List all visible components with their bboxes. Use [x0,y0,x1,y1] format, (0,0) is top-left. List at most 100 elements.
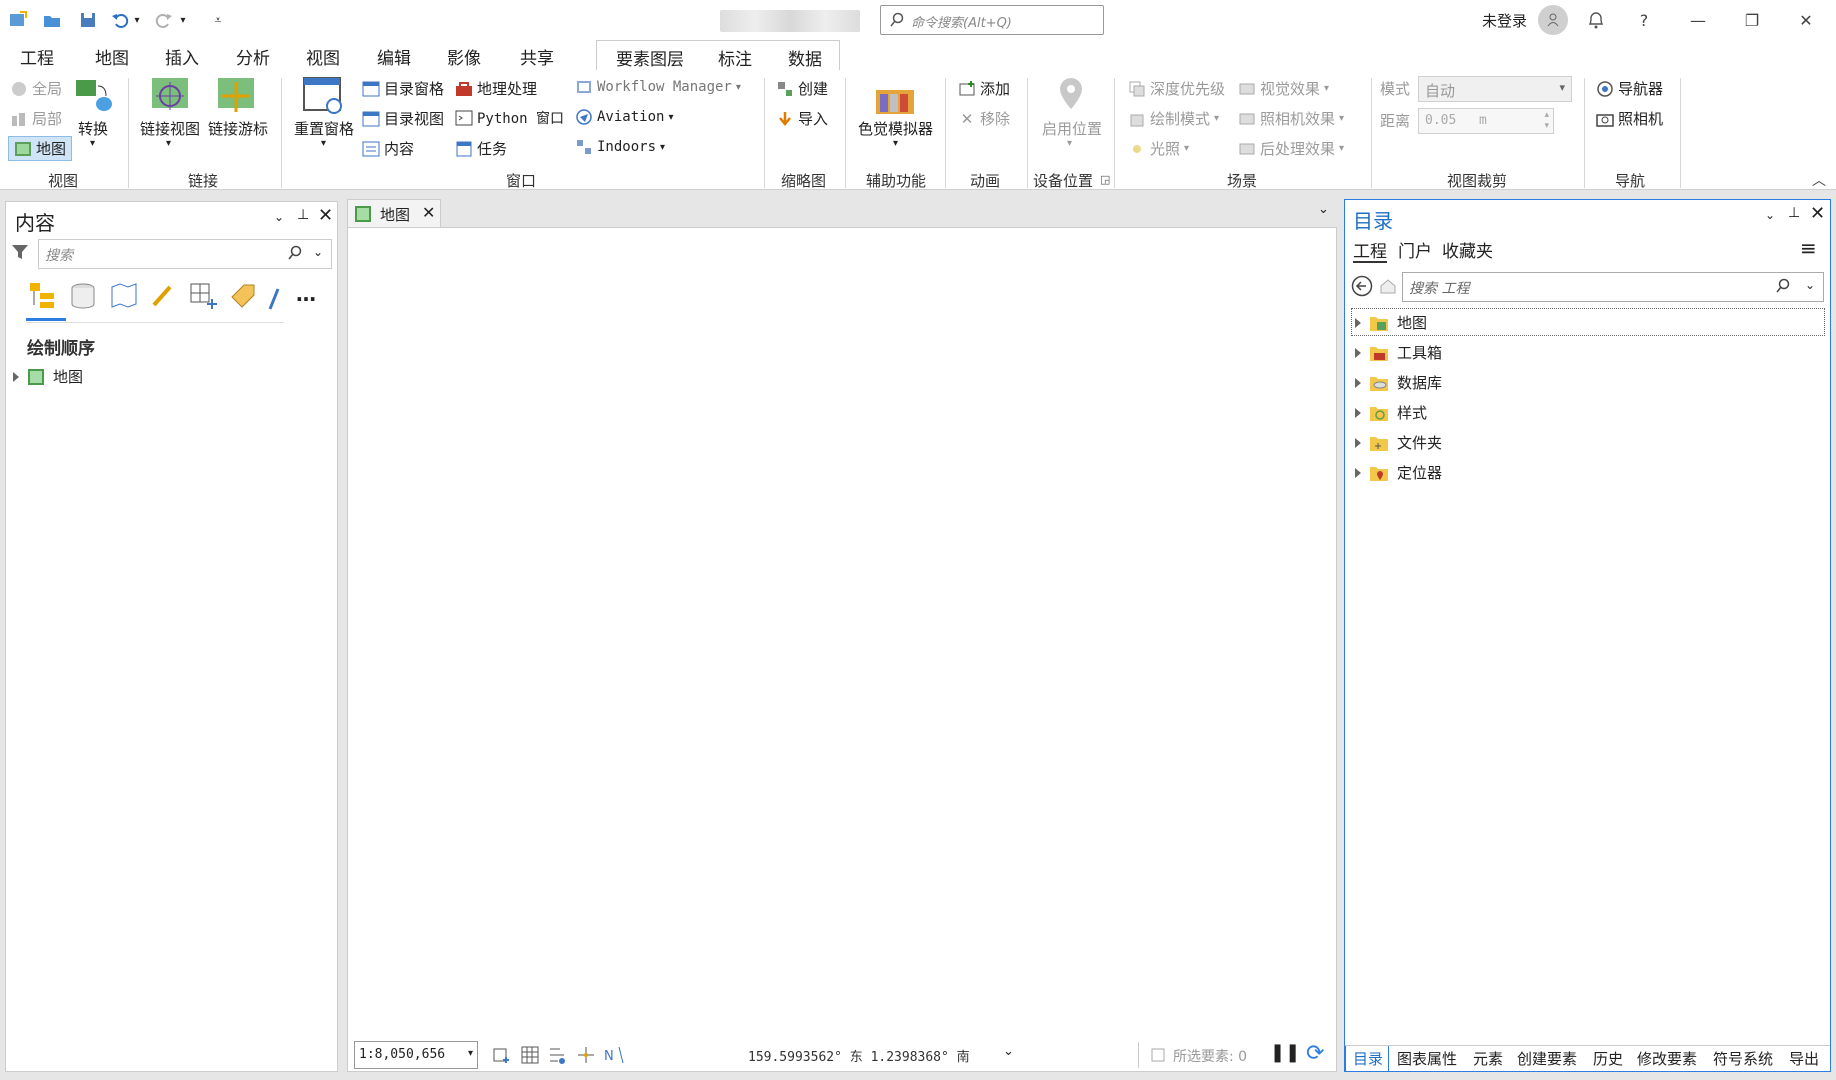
redo-dropdown-icon[interactable]: ▾ [176,8,190,32]
expand-triangle-icon[interactable] [1355,407,1361,418]
list-by-editing-icon[interactable] [148,281,178,315]
clip-distance-input[interactable]: 0.05 m ▴ ▾ [1418,108,1554,134]
tab-imagery[interactable]: 影像 [447,44,481,69]
tab-analysis[interactable]: 分析 [236,44,270,69]
tab-project[interactable]: 工程 [20,44,54,69]
undo-dropdown-icon[interactable]: ▾ [130,8,144,32]
convert-button[interactable]: 转换 [78,118,108,139]
bottom-tab-catalog[interactable]: 目录 [1353,1048,1383,1069]
color-simulator-button[interactable]: 色觉模拟器 [858,118,933,139]
expand-triangle-icon[interactable] [1355,377,1361,388]
search-icon[interactable] [287,245,303,265]
close-pane-icon[interactable]: ✕ [318,205,333,226]
scale-select[interactable]: 1:8,050,656 ▾ [354,1041,478,1069]
undo-icon[interactable] [108,8,132,32]
notifications-bell-icon[interactable] [1576,6,1616,34]
user-avatar-icon[interactable] [1538,5,1568,35]
spinner-arrows-icon[interactable]: ▴ ▾ [1544,110,1549,132]
bottom-tab-symbology[interactable]: 符号系统 [1713,1048,1773,1069]
restore-window-icon[interactable]: ❐ [1732,6,1772,34]
depth-priority-button[interactable]: 深度优先级 [1128,78,1225,99]
catalog-item-locators[interactable]: 定位器 [1355,462,1442,483]
group-launcher-icon[interactable]: ◲ [1100,173,1110,186]
map-canvas[interactable] [347,227,1337,1039]
open-project-icon[interactable] [40,8,64,32]
contents-button[interactable]: 内容 [362,138,414,159]
view-tabs-dropdown-icon[interactable]: ⌄ [1318,202,1329,217]
user-status-label[interactable]: 未登录 [1482,10,1527,31]
minimize-window-icon[interactable]: — [1678,6,1718,34]
catalog-item-databases[interactable]: 数据库 [1355,372,1442,393]
expand-triangle-icon[interactable] [1355,347,1361,358]
save-icon[interactable] [76,8,100,32]
catalog-item-toolboxes[interactable]: 工具箱 [1355,342,1442,363]
home-icon[interactable] [1379,277,1397,299]
bottom-tab-history[interactable]: 历史 [1593,1048,1623,1069]
workflow-manager-button[interactable]: Workflow Manager ▾ [575,78,741,96]
search-icon[interactable] [1775,278,1791,298]
redo-icon[interactable] [152,8,176,32]
bottom-tab-elements[interactable]: 元素 [1473,1048,1503,1069]
close-pane-icon[interactable]: ✕ [1810,203,1825,224]
camera-effects-dropdown-icon[interactable]: ▾ [1339,113,1344,124]
grid-icon[interactable] [520,1045,540,1069]
bottom-tab-create-features[interactable]: 创建要素 [1517,1048,1577,1069]
expand-triangle-icon[interactable] [13,371,19,382]
tasks-button[interactable]: 任务 [455,138,507,159]
link-views-button[interactable]: 链接视图 [140,118,200,139]
list-by-snapping-icon[interactable] [188,281,218,315]
fixed-scale-icon[interactable] [492,1045,512,1069]
pane-options-chevron-icon[interactable]: ⌄ [274,210,284,224]
tab-insert[interactable]: 插入 [165,44,199,69]
import-overview-button[interactable]: 导入 [776,108,828,129]
tab-data[interactable]: 数据 [788,45,822,70]
enable-location-button[interactable]: 启用位置 [1042,118,1102,139]
lighting-button[interactable]: 光照 ▾ [1128,138,1189,159]
clip-mode-select[interactable]: 自动 ▾ [1418,76,1572,102]
refresh-icon[interactable]: ⟳ [1306,1041,1324,1066]
snapping-icon[interactable] [548,1045,568,1069]
close-tab-icon[interactable]: ✕ [422,203,435,222]
camera-effects-button[interactable]: 照相机效果 ▾ [1238,108,1344,129]
menu-hamburger-icon[interactable]: ≡ [1800,236,1817,260]
draw-mode-dropdown-icon[interactable]: ▾ [1214,113,1219,124]
color-simulator-dropdown-icon[interactable]: ▾ [893,138,898,149]
pin-icon[interactable]: ⊥ [297,207,309,223]
catalog-pane-button[interactable]: 目录窗格 [362,78,444,99]
tab-feature-layer[interactable]: 要素图层 [616,45,684,70]
global-view-button[interactable]: 全局 [10,78,62,99]
pin-icon[interactable]: ⊥ [1788,205,1800,221]
link-cursor-icon[interactable] [216,76,258,116]
location-pin-icon[interactable] [1056,76,1086,116]
post-effects-dropdown-icon[interactable]: ▾ [1339,143,1344,154]
reset-panes-icon[interactable] [302,76,344,116]
indoors-button[interactable]: Indoors ▾ [575,138,665,156]
enable-location-dropdown-icon[interactable]: ▾ [1067,138,1072,149]
list-by-drawing-order-icon[interactable] [28,281,58,315]
tab-edit[interactable]: 编辑 [377,44,411,69]
expand-triangle-icon[interactable] [1355,437,1361,448]
reset-panes-button[interactable]: 重置窗格 [294,118,354,139]
local-view-button[interactable]: 局部 [10,108,62,129]
search-options-chevron-icon[interactable]: ⌄ [313,245,323,259]
python-window-button[interactable]: Python 窗口 [455,108,564,128]
add-animation-button[interactable]: 添加 [958,78,1010,99]
visual-effects-button[interactable]: 视觉效果 ▾ [1238,78,1329,99]
pause-drawing-icon[interactable]: ❚❚ [1270,1042,1300,1063]
tab-view[interactable]: 视图 [306,44,340,75]
close-window-icon[interactable]: ✕ [1786,6,1826,34]
navigator-button[interactable]: 导航器 [1596,78,1663,99]
list-by-selection-icon[interactable] [108,281,138,315]
catalog-search-input[interactable]: 搜索 工程 ⌄ [1402,272,1824,302]
customize-toolbar-icon[interactable]: ⩡ [206,8,230,32]
link-views-icon[interactable] [150,76,192,116]
north-arrow-icon[interactable]: N [604,1045,626,1069]
tab-map[interactable]: 地图 [95,44,129,69]
expand-triangle-icon[interactable] [1355,467,1361,478]
convert-icon[interactable] [74,78,114,118]
catalog-tab-portal[interactable]: 门户 [1398,237,1432,262]
convert-dropdown-icon[interactable]: ▾ [90,138,95,149]
color-simulator-icon[interactable] [874,80,916,120]
list-by-perspective-icon[interactable] [268,281,280,315]
search-options-chevron-icon[interactable]: ⌄ [1805,278,1815,292]
